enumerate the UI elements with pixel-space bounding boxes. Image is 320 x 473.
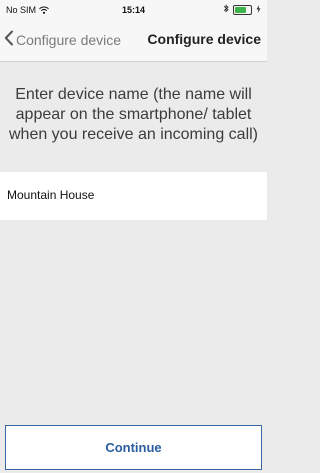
continue-button-label: Continue xyxy=(105,440,162,455)
battery-icon xyxy=(233,4,252,15)
back-button-label: Configure device xyxy=(16,31,122,48)
page-title: Configure device xyxy=(147,31,261,47)
status-bar: No SIM 15:14 xyxy=(0,0,267,20)
continue-button[interactable]: Continue xyxy=(5,425,262,470)
device-name-row[interactable] xyxy=(0,172,267,220)
instruction-text: Enter device name (the name will appear … xyxy=(8,86,258,143)
navigation-bar: Configure device Configure device xyxy=(0,20,267,62)
back-button[interactable]: Configure device xyxy=(4,30,121,49)
chevron-left-icon xyxy=(4,30,14,49)
charging-icon xyxy=(256,4,261,15)
status-right xyxy=(223,4,261,15)
battery-level-fill xyxy=(235,6,246,13)
device-name-input[interactable] xyxy=(7,188,257,202)
bluetooth-icon xyxy=(223,4,229,15)
